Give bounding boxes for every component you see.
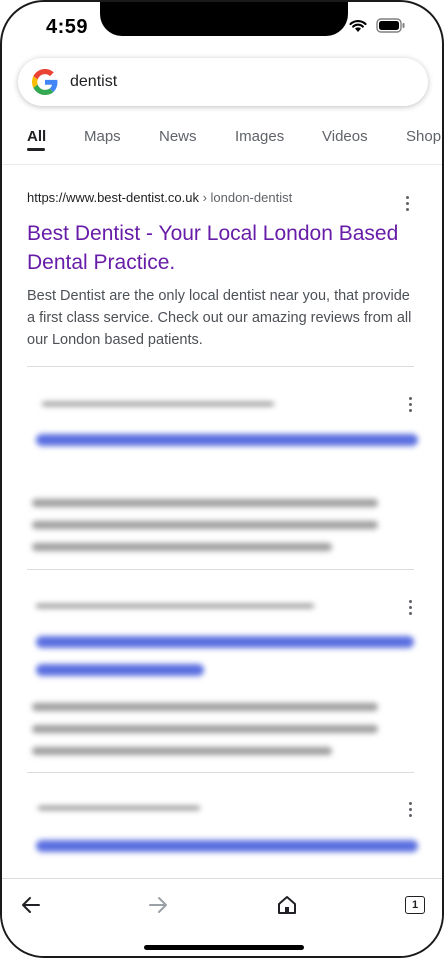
tab-videos[interactable]: Videos [322, 128, 368, 145]
status-icons [348, 18, 406, 38]
arrow-right-icon [149, 897, 167, 913]
more-options-icon[interactable] [406, 196, 410, 212]
blurred-snippet-line [32, 725, 378, 733]
blurred-url [42, 402, 274, 406]
blurred-title [36, 636, 414, 648]
search-tabs: All Maps News Images Videos Shop [2, 118, 442, 165]
forward-button[interactable] [143, 891, 173, 919]
tab-count: 1 [405, 896, 425, 914]
search-result: https://www.best-dentist.co.uk › london-… [27, 190, 414, 351]
arrow-left-icon [22, 897, 40, 913]
tab-switcher-button[interactable]: 1 [400, 891, 430, 919]
result-url-breadcrumb: › london-dentist [198, 190, 293, 205]
tab-news[interactable]: News [159, 128, 197, 145]
result-url[interactable]: https://www.best-dentist.co.uk › london-… [27, 190, 414, 205]
more-options-icon[interactable] [409, 397, 413, 413]
more-options-icon[interactable] [409, 600, 413, 616]
active-tab-indicator [27, 148, 45, 151]
blurred-url [36, 604, 314, 608]
tab-images[interactable]: Images [235, 128, 284, 145]
result-title-link[interactable]: Best Dentist - Your Local London Based D… [27, 219, 414, 277]
result-url-domain: https://www.best-dentist.co.uk [27, 190, 199, 205]
blurred-title [36, 664, 204, 676]
wifi-icon [348, 18, 368, 38]
blurred-title [36, 434, 418, 446]
notch [100, 2, 348, 36]
blurred-title [36, 840, 418, 852]
search-box[interactable]: dentist [18, 58, 428, 106]
more-options-icon[interactable] [409, 802, 413, 818]
phone-frame: 4:59 dentist All Maps News Images Videos… [0, 0, 444, 958]
battery-icon [376, 18, 406, 38]
blurred-snippet-line [32, 703, 378, 711]
blurred-snippet-line [32, 543, 332, 551]
home-button[interactable] [272, 891, 302, 919]
tab-shopping[interactable]: Shop [406, 128, 441, 145]
blurred-url [38, 806, 200, 810]
blurred-snippet-line [32, 521, 378, 529]
home-icon [278, 896, 296, 914]
google-logo-icon [32, 69, 58, 95]
tab-all[interactable]: All [27, 128, 46, 145]
divider [27, 366, 414, 367]
divider [27, 569, 414, 570]
home-indicator [144, 945, 304, 950]
result-snippet: Best Dentist are the only local dentist … [27, 288, 412, 348]
divider [27, 772, 414, 773]
tab-maps[interactable]: Maps [84, 128, 121, 145]
blurred-snippet-line [32, 499, 378, 507]
search-input[interactable]: dentist [70, 73, 117, 91]
status-time: 4:59 [46, 16, 89, 38]
back-button[interactable] [16, 891, 46, 919]
blurred-snippet-line [32, 747, 332, 755]
